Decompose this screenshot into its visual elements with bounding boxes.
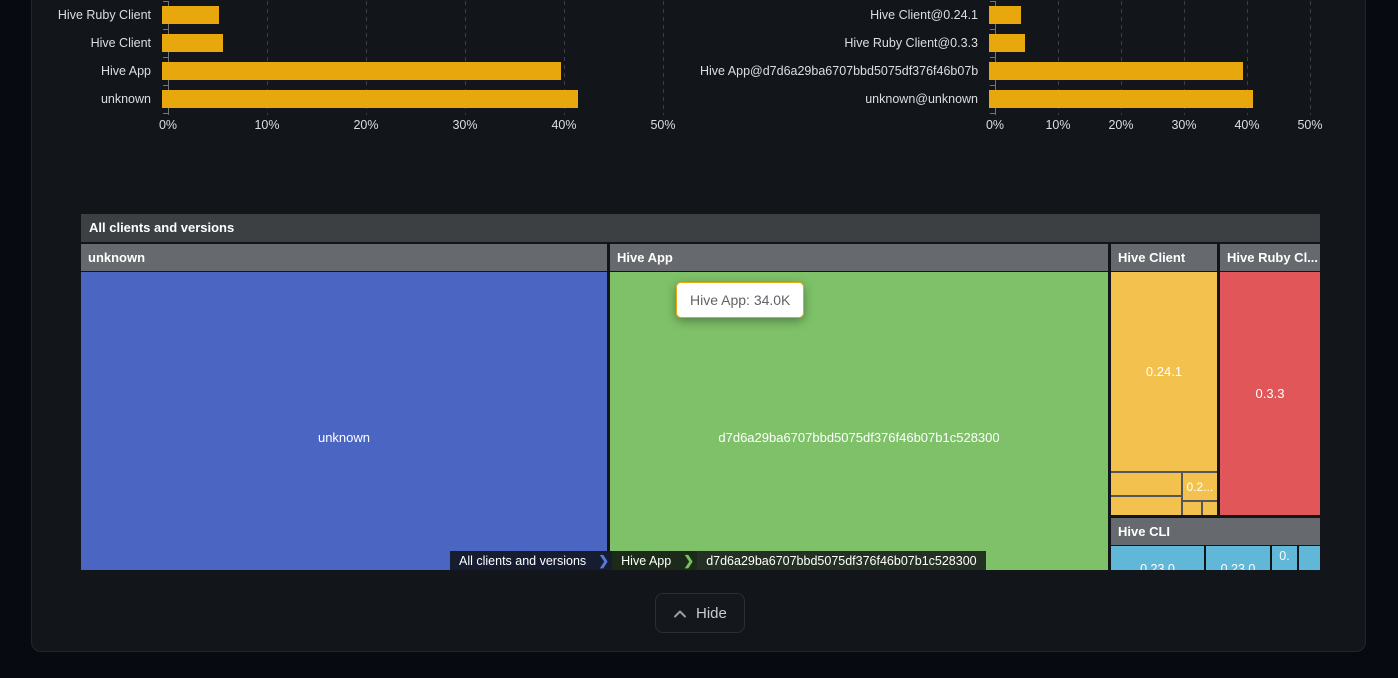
client-versions-bar-chart: 0%10%20%30%40%50%Hive Client@0.24.1Hive … xyxy=(700,1,1360,141)
breadcrumb-chevron-icon: ❯ xyxy=(680,551,697,570)
treemap-node-hive-cli-0-23-0[interactable]: 0.23.0 xyxy=(1111,546,1204,570)
treemap-section-hive-ruby-client: Hive Ruby Cl... 0.3.3 xyxy=(1220,244,1320,515)
x-axis-tick-label: 40% xyxy=(1234,118,1259,132)
x-axis-tick-label: 30% xyxy=(1171,118,1196,132)
hide-button[interactable]: Hide xyxy=(655,593,745,633)
bar-hive-app[interactable] xyxy=(162,62,561,80)
treemap-section-hive-client: Hive Client 0.24.1 0.2 xyxy=(1111,244,1217,515)
treemap-node-version-label: 0.3.3 xyxy=(1256,386,1285,401)
treemap-section-hive-cli: Hive CLI 0.23.0 0.23.0 0. xyxy=(1111,518,1320,570)
breadcrumb-item-hash[interactable]: d7d6a29ba6707bbd5075df376f46b07b1c528300 xyxy=(697,551,985,570)
treemap-node-version-label: 0.24.1 xyxy=(1146,364,1182,379)
treemap-node-hive-client-0-24-1[interactable]: 0.24.1 xyxy=(1111,272,1217,471)
chart-row: Hive App@d7d6a29ba6707bbd5075df376f46b07… xyxy=(700,57,1360,85)
treemap-node-unknown-label: unknown xyxy=(318,430,370,445)
treemap-right-group: Hive Client 0.24.1 0.2 xyxy=(1111,244,1320,570)
bar-unknown-unknown[interactable] xyxy=(989,90,1253,108)
y-axis-tick xyxy=(990,113,995,114)
treemap-node-unknown[interactable]: unknown xyxy=(81,272,607,570)
x-axis-tick-label: 0% xyxy=(986,118,1004,132)
treemap-node-version-label: 0. xyxy=(1279,549,1289,563)
hide-button-label: Hide xyxy=(696,605,727,622)
chart-row: Hive Client xyxy=(40,29,700,57)
treemap-node-hive-client-minor[interactable] xyxy=(1183,502,1201,515)
treemap-header-hive-app[interactable]: Hive App xyxy=(610,244,1108,271)
chart-rows: Hive Client@0.24.1 Hive Ruby Client@0.3.3… xyxy=(700,1,1360,113)
chart-row: Hive Client@0.24.1 xyxy=(700,1,1360,29)
chart-row: Hive Ruby Client xyxy=(40,1,700,29)
treemap-node-hive-cli-0-23-0b[interactable]: 0.23.0 xyxy=(1206,546,1270,570)
treemap-node-hive-client-0-2[interactable]: 0.2... xyxy=(1183,473,1217,500)
category-label: Hive App@d7d6a29ba6707bbd5075df376f46b07… xyxy=(700,64,987,78)
breadcrumb-item-root[interactable]: All clients and versions xyxy=(450,551,595,570)
treemap-node-version-label: 0.2... xyxy=(1186,480,1213,494)
treemap-tooltip: Hive App: 34.0K xyxy=(676,282,804,318)
x-axis-tick-label: 20% xyxy=(353,118,378,132)
treemap-header-unknown[interactable]: unknown xyxy=(81,244,607,271)
treemap-breadcrumb: All clients and versions ❯ Hive App ❯ d7… xyxy=(450,551,986,570)
treemap-node-hive-client-minor[interactable] xyxy=(1111,497,1181,515)
chart-row: Hive Ruby Client@0.3.3 xyxy=(700,29,1360,57)
x-axis-tick-label: 20% xyxy=(1108,118,1133,132)
treemap-root-header[interactable]: All clients and versions xyxy=(81,214,1320,242)
treemap-hive-client-boxes: 0.24.1 0.2... xyxy=(1111,272,1217,515)
treemap-node-hive-app-label: d7d6a29ba6707bbd5075df376f46b07b1c528300 xyxy=(718,430,999,445)
y-axis-tick xyxy=(163,113,168,114)
breadcrumb-chevron-icon: ❯ xyxy=(595,551,612,570)
treemap-node-hive-ruby-0-3-3[interactable]: 0.3.3 xyxy=(1220,272,1320,515)
category-label: unknown xyxy=(40,92,160,106)
chart-row: Hive App xyxy=(40,57,700,85)
breadcrumb-item-hive-app[interactable]: Hive App xyxy=(612,551,680,570)
treemap-node-hive-client-minor[interactable] xyxy=(1111,473,1181,495)
treemap-node-hive-cli-minor[interactable]: 0. xyxy=(1272,546,1297,570)
treemap-node-hive-client-minor[interactable] xyxy=(1203,502,1217,515)
bar-hive-client-0-24-1[interactable] xyxy=(989,6,1021,24)
bar-unknown[interactable] xyxy=(162,90,578,108)
category-label: Hive Ruby Client@0.3.3 xyxy=(700,36,987,50)
treemap-header-hive-cli[interactable]: Hive CLI xyxy=(1111,518,1320,545)
treemap-right-top-row: Hive Client 0.24.1 0.2 xyxy=(1111,244,1320,515)
treemap-all-clients: All clients and versions unknown unknown… xyxy=(81,214,1320,570)
x-axis-tick-label: 50% xyxy=(650,118,675,132)
x-axis-tick-label: 30% xyxy=(452,118,477,132)
treemap-section-unknown: unknown unknown xyxy=(81,244,607,570)
category-label: Hive Client@0.24.1 xyxy=(700,8,987,22)
chart-row: unknown@unknown xyxy=(700,85,1360,113)
treemap-header-hive-client[interactable]: Hive Client xyxy=(1111,244,1217,271)
chart-row: unknown xyxy=(40,85,700,113)
treemap-node-version-label: 0.23.0 xyxy=(1206,562,1270,570)
category-label: Hive App xyxy=(40,64,160,78)
bar-hive-client[interactable] xyxy=(162,34,223,52)
bar-hive-ruby-client-0-3-3[interactable] xyxy=(989,34,1025,52)
category-label: Hive Ruby Client xyxy=(40,8,160,22)
bar-hive-ruby-client[interactable] xyxy=(162,6,219,24)
category-label: Hive Client xyxy=(40,36,160,50)
bar-hive-app-d7d6a29ba6707bbd5075df376f46b07b[interactable] xyxy=(989,62,1243,80)
treemap-hive-client-subrow: 0.2... xyxy=(1111,473,1217,515)
x-axis-tick-label: 40% xyxy=(551,118,576,132)
treemap-hive-client-tinyrow xyxy=(1183,502,1217,515)
treemap-header-hive-ruby-client[interactable]: Hive Ruby Cl... xyxy=(1220,244,1320,271)
chevron-up-icon xyxy=(673,609,687,618)
treemap-node-version-label: 0.23.0 xyxy=(1111,562,1204,570)
x-axis-tick-label: 10% xyxy=(1045,118,1070,132)
treemap-hive-client-subcol-right: 0.2... xyxy=(1183,473,1217,515)
x-axis-tick-label: 10% xyxy=(254,118,279,132)
treemap-hive-client-subcol-left xyxy=(1111,473,1181,515)
treemap-node-hive-cli-minor[interactable] xyxy=(1299,546,1320,570)
treemap-hive-cli-boxes: 0.23.0 0.23.0 0. xyxy=(1111,546,1320,570)
category-label: unknown@unknown xyxy=(700,92,987,106)
clients-bar-chart: 0% 10% 20% 30% 40% 50% Hive Ruby Client Hive Cl… xyxy=(40,1,700,141)
chart-rows: Hive Ruby Client Hive Client Hive App unkno… xyxy=(40,1,700,113)
x-axis-tick-label: 50% xyxy=(1297,118,1322,132)
x-axis-tick-label: 0% xyxy=(159,118,177,132)
